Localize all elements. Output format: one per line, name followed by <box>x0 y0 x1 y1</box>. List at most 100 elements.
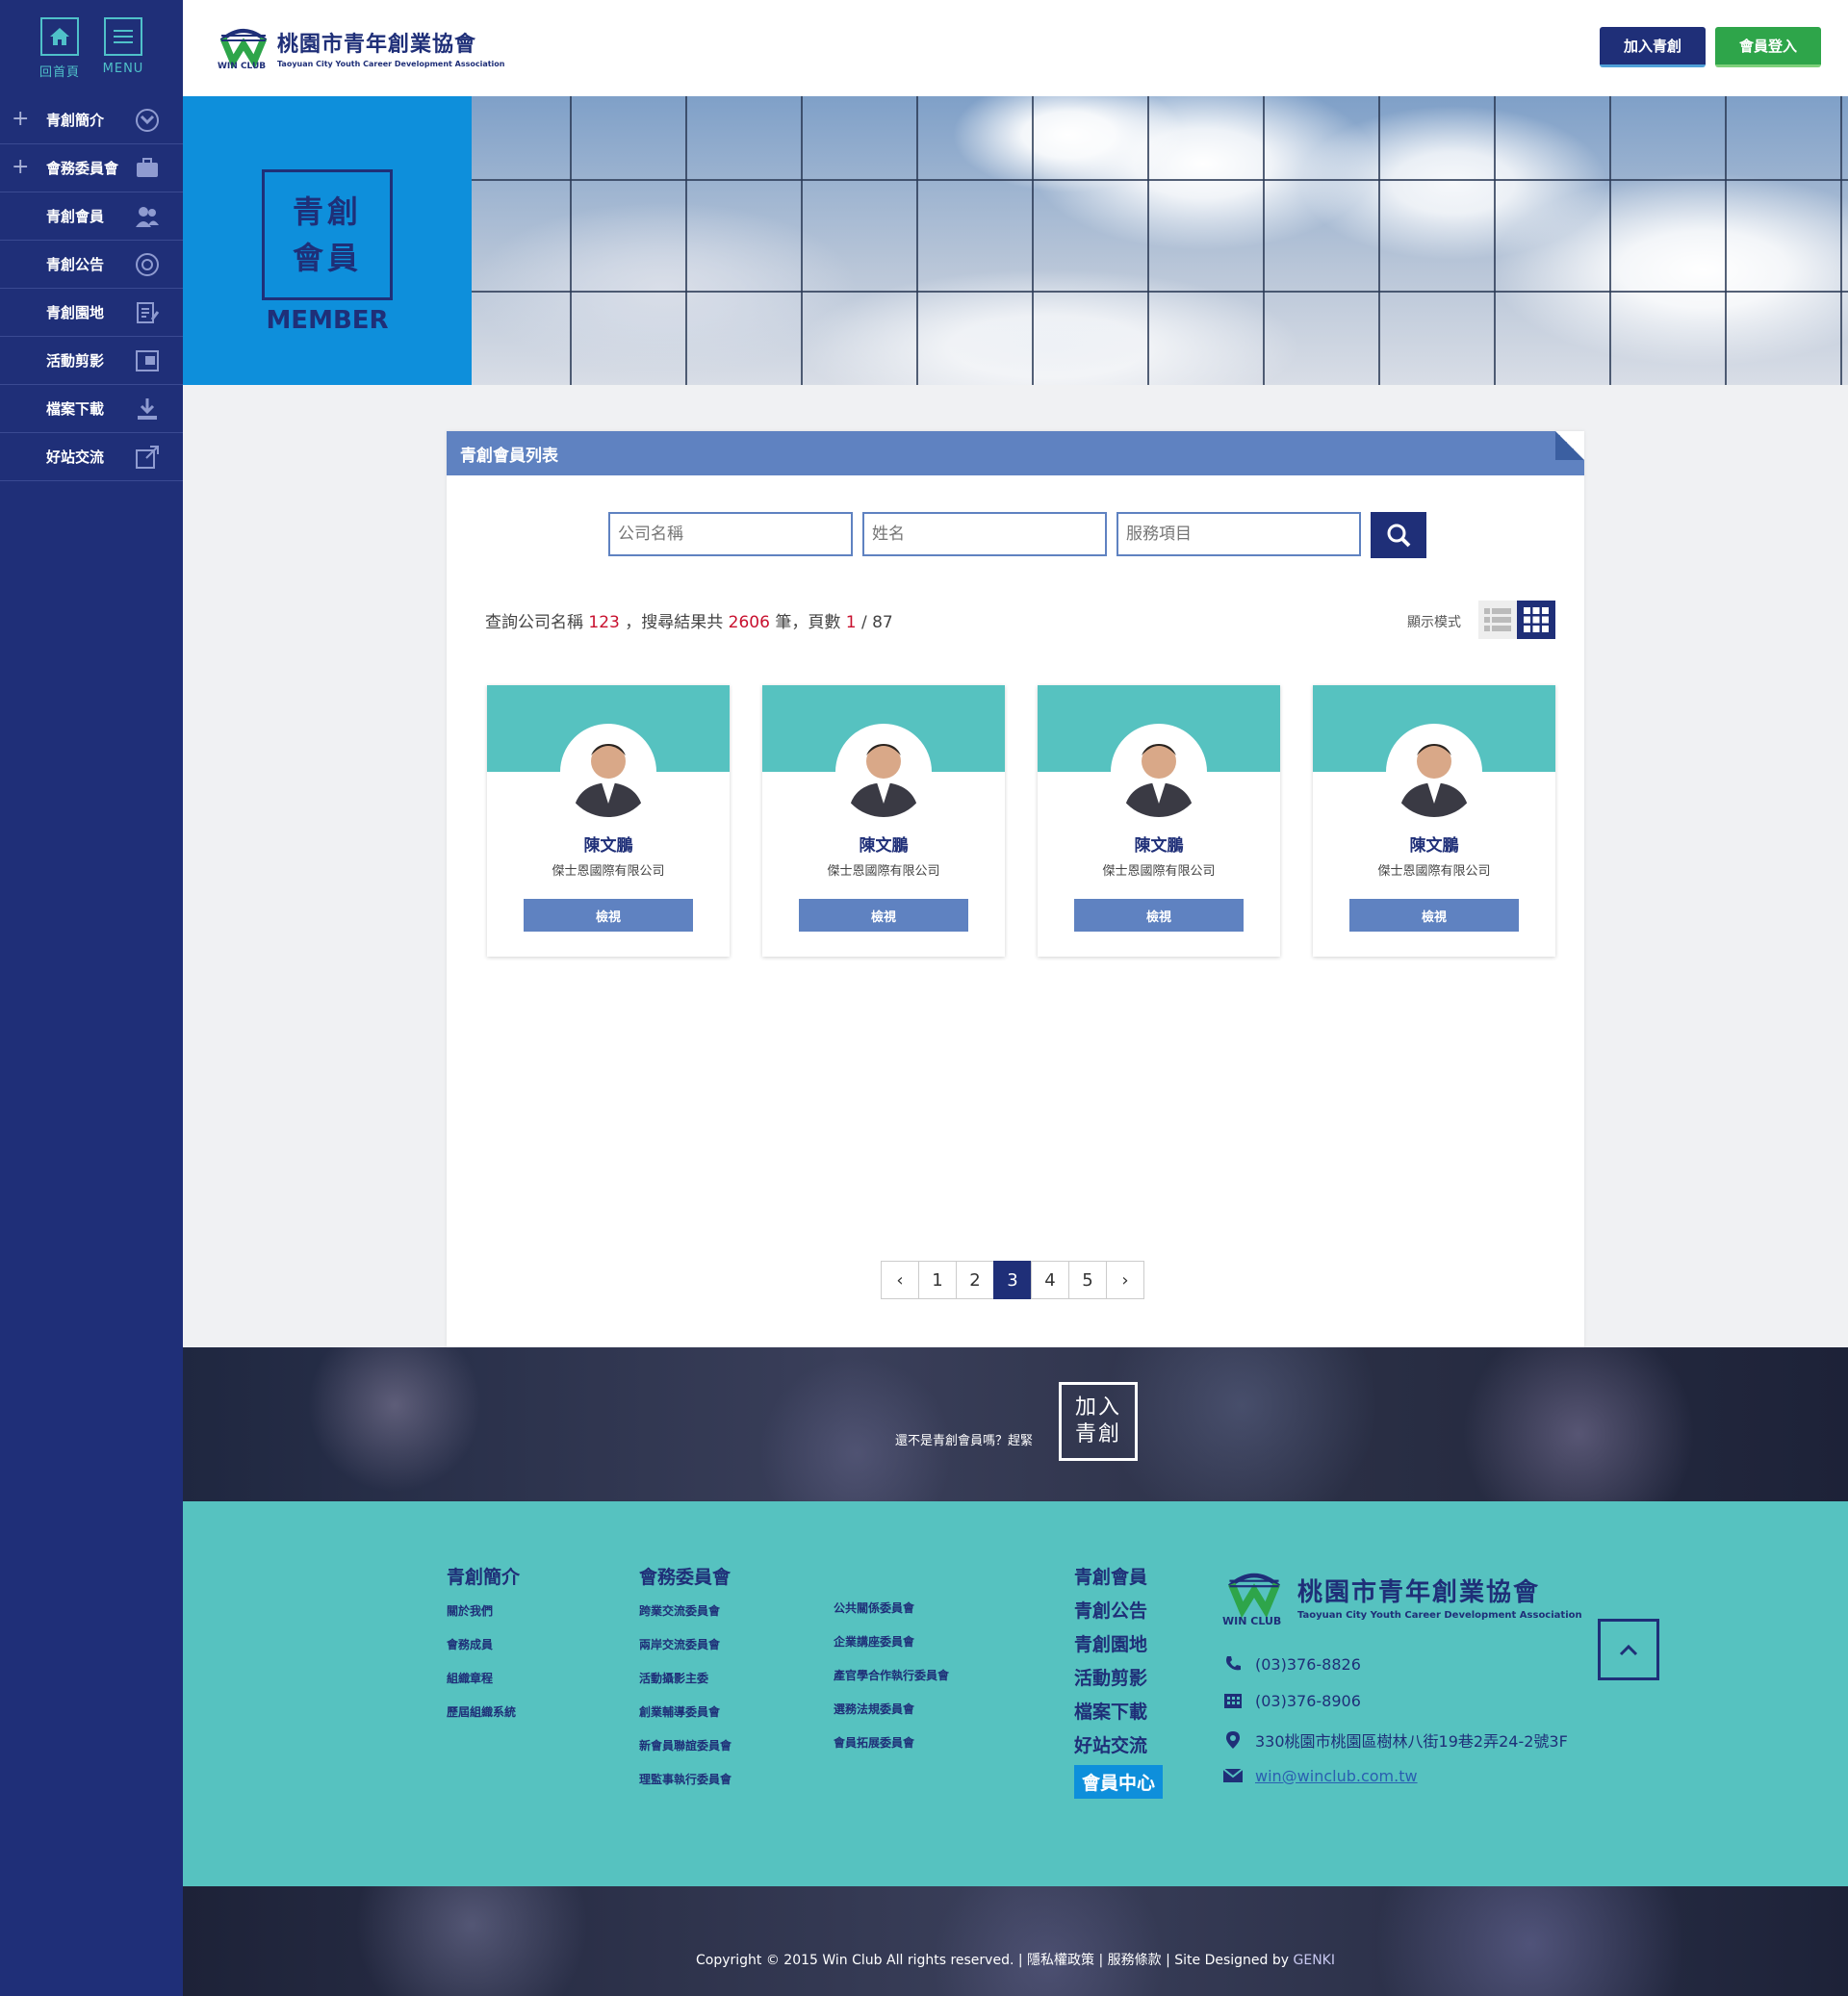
site-logo[interactable]: WIN CLUB 桃園市青年創業協會 Taoyuan City Youth Ca… <box>218 21 505 73</box>
download-icon <box>138 398 157 420</box>
footer-link[interactable]: 產官學合作執行委員會 <box>834 1667 949 1701</box>
grid-view-button[interactable] <box>1517 601 1555 639</box>
sidebar-item-links[interactable]: 好站交流 <box>0 433 183 481</box>
member-company: 傑士恩國際有限公司 <box>1102 864 1216 879</box>
login-button[interactable]: 會員登入 <box>1715 27 1821 67</box>
footer-logo[interactable]: WIN CLUB 桃園市青年創業協會 Taoyuan City Youth Ca… <box>1222 1565 1582 1628</box>
cta-join-button[interactable]: 加入 青創 <box>1059 1382 1138 1461</box>
member-company: 傑士恩國際有限公司 <box>1377 864 1491 879</box>
location-pin-icon <box>1222 1729 1244 1751</box>
footer-link[interactable]: 兩岸交流委員會 <box>639 1636 732 1670</box>
page-button[interactable]: 2 <box>956 1261 994 1299</box>
footer-section-link[interactable]: 好站交流 <box>1074 1731 1163 1765</box>
sidebar-item-label: 會務委員會 <box>46 160 119 177</box>
back-to-top-button[interactable] <box>1598 1619 1659 1680</box>
site-header: WIN CLUB 桃園市青年創業協會 Taoyuan City Youth Ca… <box>183 0 1848 96</box>
service-search-input[interactable] <box>1116 512 1361 556</box>
footer-section-link[interactable]: 青創會員 <box>1074 1563 1163 1597</box>
grid-view-icon <box>1524 607 1549 632</box>
footer-link[interactable]: 跨業交流委員會 <box>639 1602 732 1636</box>
banner-image <box>472 96 1848 385</box>
footer-heading[interactable]: 青創簡介 <box>447 1563 520 1589</box>
footer-link[interactable]: 企業講座委員會 <box>834 1633 949 1667</box>
result-page: 1 <box>845 613 857 632</box>
page-button-active[interactable]: 3 <box>993 1261 1032 1299</box>
copyright-text: Copyright © 2015 Win Club All rights res… <box>696 1953 1294 1968</box>
view-button[interactable]: 檢視 <box>524 899 693 932</box>
logo-badge: WIN CLUB <box>218 62 267 71</box>
result-pages: / 87 <box>860 613 893 632</box>
result-query: 123 <box>588 613 620 632</box>
contact-fax: (03)376-8906 <box>1222 1690 1361 1711</box>
page-button[interactable]: 1 <box>918 1261 957 1299</box>
email-link[interactable]: win@winclub.com.tw <box>1255 1767 1418 1785</box>
view-button[interactable]: 檢視 <box>799 899 968 932</box>
footer-link[interactable]: 理監事執行委員會 <box>639 1771 732 1804</box>
list-view-icon <box>1484 608 1511 631</box>
logo-subtitle: Taoyuan City Youth Career Development As… <box>277 59 505 68</box>
member-name[interactable]: 陳文鵬 <box>1038 832 1280 856</box>
list-view-button[interactable] <box>1478 601 1517 639</box>
member-card: 陳文鵬 傑士恩國際有限公司 檢視 <box>762 685 1005 957</box>
logo-title: 桃園市青年創業協會 <box>277 31 477 57</box>
contact-phone: (03)376-8826 <box>1222 1653 1361 1675</box>
search-icon <box>1387 524 1411 548</box>
footer-link[interactable]: 會員拓展委員會 <box>834 1734 949 1768</box>
footer-link[interactable]: 歷屆組織系統 <box>447 1703 520 1737</box>
page-button[interactable]: 4 <box>1031 1261 1069 1299</box>
footer-section-link[interactable]: 檔案下載 <box>1074 1698 1163 1731</box>
plus-icon: + <box>12 155 30 179</box>
footer-section-link[interactable]: 青創公告 <box>1074 1597 1163 1630</box>
page-button[interactable]: 5 <box>1068 1261 1107 1299</box>
external-link-icon <box>136 446 159 469</box>
footer-link[interactable]: 活動攝影主委 <box>639 1670 732 1703</box>
phone-icon <box>1222 1653 1244 1675</box>
sidebar-item-intro[interactable]: + 青創簡介 <box>0 96 183 144</box>
view-button[interactable]: 檢視 <box>1074 899 1244 932</box>
join-button[interactable]: 加入青創 <box>1600 27 1706 67</box>
contact-email: win@winclub.com.tw <box>1222 1765 1418 1786</box>
mail-icon <box>1222 1765 1244 1786</box>
menu-button[interactable]: MENU <box>102 17 144 96</box>
banner-title-line1: 青創 <box>292 193 362 230</box>
member-name[interactable]: 陳文鵬 <box>487 832 730 856</box>
next-page-button[interactable]: › <box>1106 1261 1144 1299</box>
company-search-input[interactable] <box>608 512 853 556</box>
footer-link[interactable]: 公共關係委員會 <box>834 1599 949 1633</box>
footer-link[interactable]: 會務成員 <box>447 1636 520 1670</box>
footer-link[interactable]: 新會員聯誼委員會 <box>639 1737 732 1771</box>
avatar <box>1386 724 1482 820</box>
document-edit-icon <box>137 302 160 323</box>
footer-link[interactable]: 組織章程 <box>447 1670 520 1703</box>
footer-section-link[interactable]: 活動剪影 <box>1074 1664 1163 1698</box>
search-button[interactable] <box>1371 512 1426 558</box>
home-button[interactable]: 回首頁 <box>38 17 81 96</box>
prev-page-button[interactable]: ‹ <box>881 1261 919 1299</box>
footer-section-link[interactable]: 青創園地 <box>1074 1630 1163 1664</box>
logo-mark: WIN CLUB <box>1222 1565 1286 1628</box>
footer-col-committee: 會務委員會 跨業交流委員會 兩岸交流委員會 活動攝影主委 創業輔導委員會 新會員… <box>639 1563 732 1804</box>
banner-title-block: 青創 會員 MEMBER <box>183 96 472 385</box>
sidebar-item-gallery[interactable]: 活動剪影 <box>0 337 183 385</box>
name-search-input[interactable] <box>862 512 1107 556</box>
sidebar-item-garden[interactable]: 青創園地 <box>0 289 183 337</box>
sidebar-item-downloads[interactable]: 檔案下載 <box>0 385 183 433</box>
sidebar-item-members[interactable]: 青創會員 <box>0 192 183 241</box>
sidebar-item-label: 青創簡介 <box>46 112 105 129</box>
footer-link[interactable]: 選務法規委員會 <box>834 1701 949 1734</box>
member-center-button[interactable]: 會員中心 <box>1074 1765 1164 1799</box>
member-name[interactable]: 陳文鵬 <box>1313 832 1555 856</box>
member-name[interactable]: 陳文鵬 <box>762 832 1005 856</box>
designer-link[interactable]: GENKI <box>1294 1953 1335 1968</box>
footer-logo-title: 桃園市青年創業協會 <box>1297 1578 1541 1607</box>
member-company: 傑士恩國際有限公司 <box>827 864 940 879</box>
sidebar-item-committee[interactable]: + 會務委員會 <box>0 144 183 192</box>
footer-link[interactable]: 關於我們 <box>447 1602 520 1636</box>
view-button[interactable]: 檢視 <box>1349 899 1519 932</box>
panel-title: 青創會員列表 <box>447 431 1584 475</box>
copyright: Copyright © 2015 Win Club All rights res… <box>183 1950 1848 1969</box>
footer-heading[interactable]: 會務委員會 <box>639 1563 732 1589</box>
site-footer: 青創簡介 關於我們 會務成員 組織章程 歷屆組織系統 會務委員會 跨業交流委員會… <box>183 1501 1848 1886</box>
sidebar-item-announcements[interactable]: 青創公告 <box>0 241 183 289</box>
footer-link[interactable]: 創業輔導委員會 <box>639 1703 732 1737</box>
